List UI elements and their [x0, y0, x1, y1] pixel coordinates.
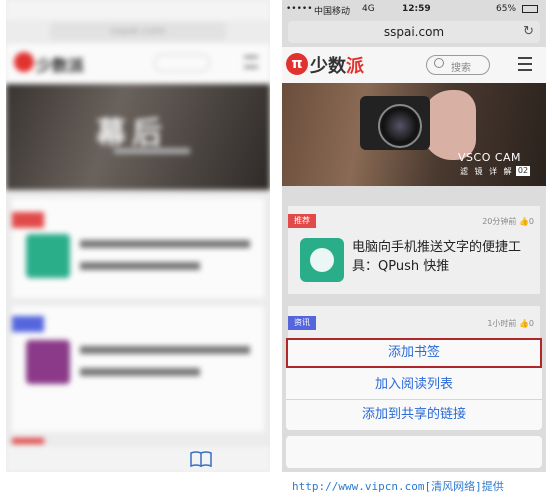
article-card[interactable]: 推荐 20分钟前 👍0 电脑向手机推送文字的便捷工具：QPush 快推 [288, 206, 540, 294]
url-bar[interactable]: sspai.com [50, 22, 226, 40]
hero-lens-image [378, 104, 422, 148]
logo-icon[interactable]: π [286, 53, 308, 75]
watermark: http://www.vipcn.com[清风网络]提供 [292, 480, 504, 493]
network-label: 4G [362, 4, 375, 14]
logo-text[interactable]: 少数派 [310, 52, 364, 78]
menu-icon[interactable] [518, 57, 532, 71]
tag-badge: 资讯 [288, 316, 316, 330]
status-bar [6, 0, 270, 20]
cancel-button[interactable] [286, 436, 542, 468]
action-sheet: 添加书签 加入阅读列表 添加到共享的链接 [286, 338, 542, 430]
signal-dots: ••••• [286, 4, 313, 14]
add-shared-links-button[interactable]: 添加到共享的链接 [286, 400, 542, 430]
url-bar[interactable]: sspai.com ↻ [288, 21, 540, 43]
tag-badge [12, 316, 44, 332]
reload-icon[interactable]: ↻ [523, 24, 534, 39]
search-field[interactable]: 搜索 [426, 55, 490, 75]
clock: 12:59 [402, 4, 431, 14]
article-meta: 1小时前 👍0 [487, 319, 534, 328]
add-bookmark-button[interactable]: 添加书签 [286, 338, 542, 368]
search-placeholder: 搜索 [451, 63, 471, 74]
logo-icon [14, 52, 34, 72]
article-icon [26, 234, 70, 278]
hero-subtitle [114, 148, 190, 154]
article-card[interactable]: 资讯 1小时前 👍0 [288, 306, 540, 340]
hero-number: 02 [516, 166, 530, 176]
carrier-label: 中国移动 [314, 7, 351, 17]
hero-title: 幕后 [96, 116, 168, 151]
menu-icon[interactable] [244, 56, 258, 68]
article-title-line [80, 262, 200, 270]
battery-label: 65% [496, 4, 517, 14]
left-screen: sspai.com 少数派 幕后 [6, 0, 270, 472]
article-title-line [80, 346, 250, 354]
article-title[interactable]: 电脑向手机推送文字的便捷工具：QPush 快推 [352, 238, 536, 276]
article-meta: 20分钟前 👍0 [482, 217, 534, 226]
hero-title: VSCO CAM [458, 151, 522, 164]
right-screen: ••••• 中国移动 4G 12:59 65% sspai.com ↻ π 少数… [282, 0, 546, 472]
logo-text: 少数派 [36, 56, 85, 75]
bookmarks-icon[interactable] [190, 451, 212, 467]
status-bar: ••••• 中国移动 4G 12:59 65% [282, 4, 546, 20]
hero-subtitle: 滤 镜 详 解 [460, 167, 514, 176]
url-text: sspai.com [383, 25, 445, 39]
hero-hand-image [422, 90, 476, 160]
search-field[interactable] [154, 54, 210, 72]
search-icon [434, 58, 444, 68]
qpush-app-icon [300, 238, 344, 282]
article-icon [26, 340, 70, 384]
site-header: π 少数派 搜索 [282, 47, 546, 83]
tag-badge: 推荐 [288, 214, 316, 228]
blurred-content: sspai.com 少数派 幕后 [6, 0, 270, 472]
article-title-line [80, 240, 250, 248]
article-title-line [80, 368, 200, 376]
add-reading-list-button[interactable]: 加入阅读列表 [286, 370, 542, 400]
battery-icon [522, 5, 538, 13]
tag-badge [12, 212, 44, 228]
browser-toolbar [6, 444, 270, 472]
